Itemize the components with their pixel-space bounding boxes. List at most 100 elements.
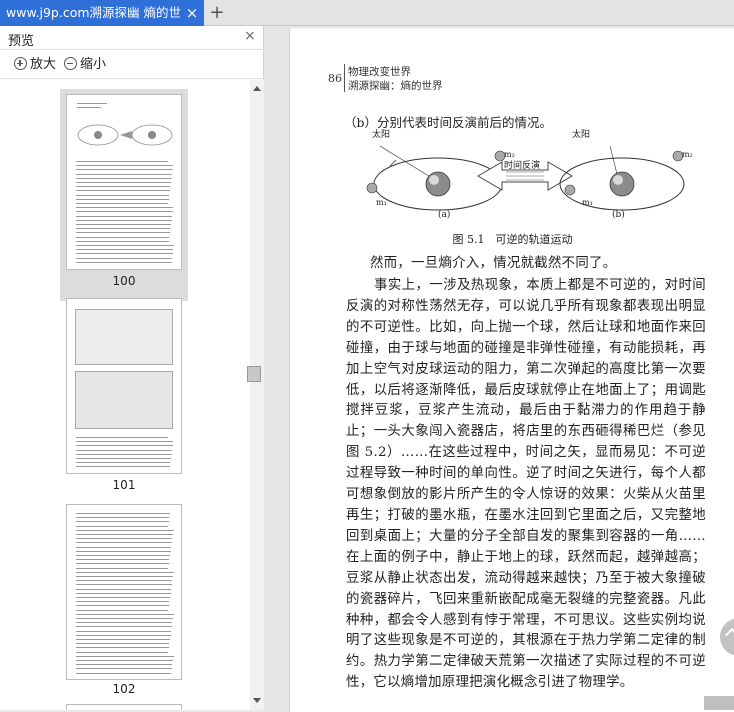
thumbnail-text-line <box>76 639 170 640</box>
thumbnail-text-line <box>76 597 170 598</box>
thumbnail-text-line <box>76 571 174 573</box>
thumbnail-scrollbar[interactable] <box>250 80 264 710</box>
thumbnail-text-line <box>76 555 170 556</box>
paragraph-2: 事实上，一涉及热现象，本质上都是不可逆的，对时间反演的对称性荡然无存，可以说几乎… <box>346 278 706 691</box>
thumbnail-text-line <box>76 232 170 234</box>
document-viewer[interactable]: 86 物理改变世界 溯源探幽：熵的世界 （b）分别代表时间反演前后的情况。 太阳… <box>265 26 734 712</box>
thumbnail-text-line <box>76 563 169 565</box>
thumbnail-text-line <box>76 161 168 162</box>
thumbnail-text-line <box>76 525 169 527</box>
mass-label-m1-right: m₁ <box>582 198 593 207</box>
thumbnail-text-line <box>76 182 171 183</box>
zoom-in-icon <box>14 57 27 70</box>
thumbnail-illustration-top <box>75 309 173 365</box>
thumbnail-text-line <box>76 449 173 451</box>
sun-label-left: 太阳 <box>372 130 391 140</box>
thumbnail-text-line <box>76 668 172 670</box>
tab-bar: www.j9p.com溯源探幽 熵的世 × + <box>0 0 734 26</box>
thumbnail-text-line <box>76 660 173 661</box>
thumbnail-text-line <box>76 169 173 171</box>
thumbnail-text-line <box>76 445 173 447</box>
thumbnail-text-line <box>76 567 169 569</box>
thumbnail-text-line <box>76 224 171 225</box>
thumbnail-text-line <box>76 655 174 657</box>
mass-label-m2-right: m₂ <box>682 150 693 159</box>
thumbnail-text-line <box>76 647 169 649</box>
thumbnail-text-line <box>76 173 173 175</box>
zoom-out-icon <box>64 57 77 70</box>
zoom-in-button[interactable]: 放大 <box>14 56 56 74</box>
thumbnail-text-line <box>76 651 169 653</box>
thumbnail-figure <box>77 124 173 146</box>
corner-tool-button[interactable] <box>704 696 734 710</box>
thumbnail-page-next[interactable] <box>66 704 182 710</box>
thumbnail-illustration-bottom <box>75 371 173 429</box>
thumbnail-text-line <box>76 245 174 246</box>
mass-label-m1-left: m₁ <box>376 198 387 207</box>
thumbnail-text-line <box>76 513 170 514</box>
thumbnail-text-line <box>76 240 169 242</box>
thumbnail-text-line <box>76 580 173 582</box>
thumbnail-text-line <box>76 576 173 577</box>
scroll-up-icon[interactable] <box>253 86 261 91</box>
thumbnail-text-line <box>76 466 170 468</box>
thumbnail-text-line <box>76 601 170 603</box>
thumbnail-text-line <box>76 441 174 443</box>
scroll-down-icon[interactable] <box>253 698 261 703</box>
thumbnail-page-100[interactable] <box>66 94 182 270</box>
thumbnail-text-line <box>76 517 170 519</box>
thumbnail-text-line <box>76 203 168 204</box>
thumbnail-text-line <box>76 559 170 561</box>
thumbnail-text-line <box>76 194 170 196</box>
thumbnail-text-line <box>76 664 173 666</box>
thumbnail-text-line <box>76 462 171 464</box>
thumbnail-text-line <box>76 672 172 674</box>
scrollbar-handle[interactable] <box>247 366 261 382</box>
running-header-series: 物理改变世界 <box>348 66 411 78</box>
thumbnail-text-line <box>76 236 170 238</box>
thumbnail-text-line <box>76 542 172 544</box>
thumbnail-text-line <box>76 207 174 209</box>
thumbnail-text-line <box>76 622 173 624</box>
thumbnail-text-line <box>76 186 171 188</box>
document-page: 86 物理改变世界 溯源探幽：熵的世界 （b）分别代表时间反演前后的情况。 太阳… <box>289 28 734 712</box>
thumbnail-text-line <box>76 613 174 615</box>
orbit-figure <box>366 145 685 211</box>
thumbnail-text-line <box>76 529 174 531</box>
thumbnail-text-line <box>76 219 172 221</box>
thumbnail-text-line <box>76 521 169 523</box>
thumbnail-page-number: 101 <box>112 478 136 492</box>
thumbnail-text-line <box>76 458 171 459</box>
sun-label-right: 太阳 <box>572 130 591 140</box>
thumbnail-text-line <box>76 215 173 217</box>
tab-close-icon[interactable]: × <box>182 0 202 26</box>
zoom-out-button[interactable]: 缩小 <box>64 56 106 74</box>
tab-title: www.j9p.com溯源探幽 熵的世 <box>6 5 182 20</box>
preview-panel-title: 预览 <box>8 34 35 49</box>
new-tab-icon[interactable]: + <box>208 0 226 26</box>
document-tab[interactable]: www.j9p.com溯源探幽 熵的世 <box>0 0 204 26</box>
thumbnail-text-line <box>76 588 172 590</box>
thumbnail-text-line <box>76 253 173 255</box>
paragraph-1: 然而，一旦熵介入，情况就截然不同了。 <box>370 256 617 271</box>
thumbnail-page-102[interactable] <box>66 504 182 680</box>
close-icon[interactable]: × <box>244 28 256 44</box>
thumbnail-text-line <box>76 643 170 645</box>
thumbnail-page-101[interactable] <box>66 298 182 474</box>
thumbnail-text-line <box>76 626 172 628</box>
thumbnail-text-line <box>76 228 171 230</box>
thumbnail-text-line <box>76 618 173 619</box>
thumbnail-text-line <box>76 211 173 213</box>
thumbnail-text-line <box>76 198 169 200</box>
thumbnail-text-line <box>76 630 172 632</box>
preview-panel-header: 预览 × <box>0 26 264 50</box>
thumbnail-text-line <box>76 190 170 192</box>
thumbnail-text-line <box>76 257 173 259</box>
preview-panel: 预览 × 放大 缩小 100 101 102 <box>0 26 264 710</box>
thumbnail-text-line <box>76 609 169 611</box>
thumbnail-text-line <box>76 634 171 636</box>
subfigure-label-a: (a) <box>438 210 451 220</box>
thumbnail-page-number: 102 <box>112 682 136 696</box>
zoom-toolbar: 放大 缩小 <box>0 51 264 79</box>
thumbnail-text-line <box>76 592 171 594</box>
